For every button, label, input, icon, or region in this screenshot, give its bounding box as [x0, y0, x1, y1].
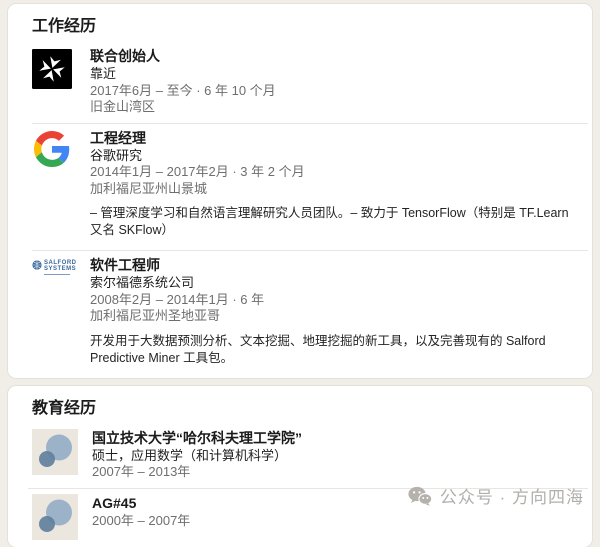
experience-item-kaojin: 联合创始人 靠近 2017年6月 – 至今 · 6 年 10 个月 旧金山湾区 [8, 42, 592, 123]
salford-logo-line2: SYSTEMS [44, 266, 77, 272]
date-range: 2007年 – 2013年 [92, 464, 582, 481]
company-name: 索尔福德系统公司 [90, 275, 582, 292]
watermark: 公众号 · 方向四海 [408, 483, 584, 508]
company-logo-google[interactable] [32, 129, 74, 244]
degree: 硕士，应用数学（和计算机科学） [92, 448, 582, 465]
google-g-icon [34, 131, 70, 167]
experience-item-google: 工程经理 谷歌研究 2014年1月 – 2017年2月 · 3 年 2 个月 加… [8, 124, 592, 251]
job-title: 联合创始人 [90, 47, 582, 66]
work-section-title: 工作经历 [8, 4, 592, 42]
kaojin-arrows-icon [32, 49, 72, 89]
company-logo-salford[interactable]: SALFORD SYSTEMS [32, 256, 74, 371]
location: 加利福尼亚州山景城 [90, 181, 582, 198]
education-item-university: 国立技术大学“哈尔科夫理工学院” 硕士，应用数学（和计算机科学） 2007年 –… [8, 424, 592, 488]
company-name: 靠近 [90, 66, 582, 83]
job-title: 工程经理 [90, 129, 582, 148]
date-range: 2008年2月 – 2014年1月 · 6 年 [90, 292, 582, 309]
education-section-title: 教育经历 [8, 386, 592, 424]
education-card: 教育经历 国立技术大学“哈尔科夫理工学院” 硕士，应用数学（和计算机科学） 20… [8, 386, 592, 547]
job-description: – 管理深度学习和自然语言理解研究人员团队。– 致力于 TensorFlow（特… [90, 205, 582, 239]
date-range: 2000年 – 2007年 [92, 513, 582, 530]
school-placeholder-icon [32, 429, 78, 475]
salford-logo-rule [44, 274, 70, 275]
school-name: 国立技术大学“哈尔科夫理工学院” [92, 429, 582, 448]
date-range: 2014年1月 – 2017年2月 · 3 年 2 个月 [90, 164, 582, 181]
experience-item-salford: SALFORD SYSTEMS 软件工程师 索尔福德系统公司 2008年2月 –… [8, 251, 592, 378]
work-experience-card: 工作经历 联合创始人 靠近 2017年6月 – 至今 · 6 年 10 个月 旧… [8, 4, 592, 378]
job-description: 开发用于大数据预测分析、文本挖掘、地理挖掘的新工具，以及完善现有的 Salfor… [90, 333, 582, 367]
wechat-icon [408, 486, 432, 506]
location: 加利福尼亚州圣地亚哥 [90, 308, 582, 325]
school-logo-university[interactable] [32, 429, 78, 481]
company-logo-kaojin[interactable] [32, 47, 74, 116]
company-name: 谷歌研究 [90, 148, 582, 165]
date-range: 2017年6月 – 至今 · 6 年 10 个月 [90, 83, 582, 100]
salford-globe-icon [32, 260, 42, 270]
watermark-text: 公众号 · 方向四海 [440, 483, 584, 508]
location: 旧金山湾区 [90, 99, 582, 116]
job-title: 软件工程师 [90, 256, 582, 275]
